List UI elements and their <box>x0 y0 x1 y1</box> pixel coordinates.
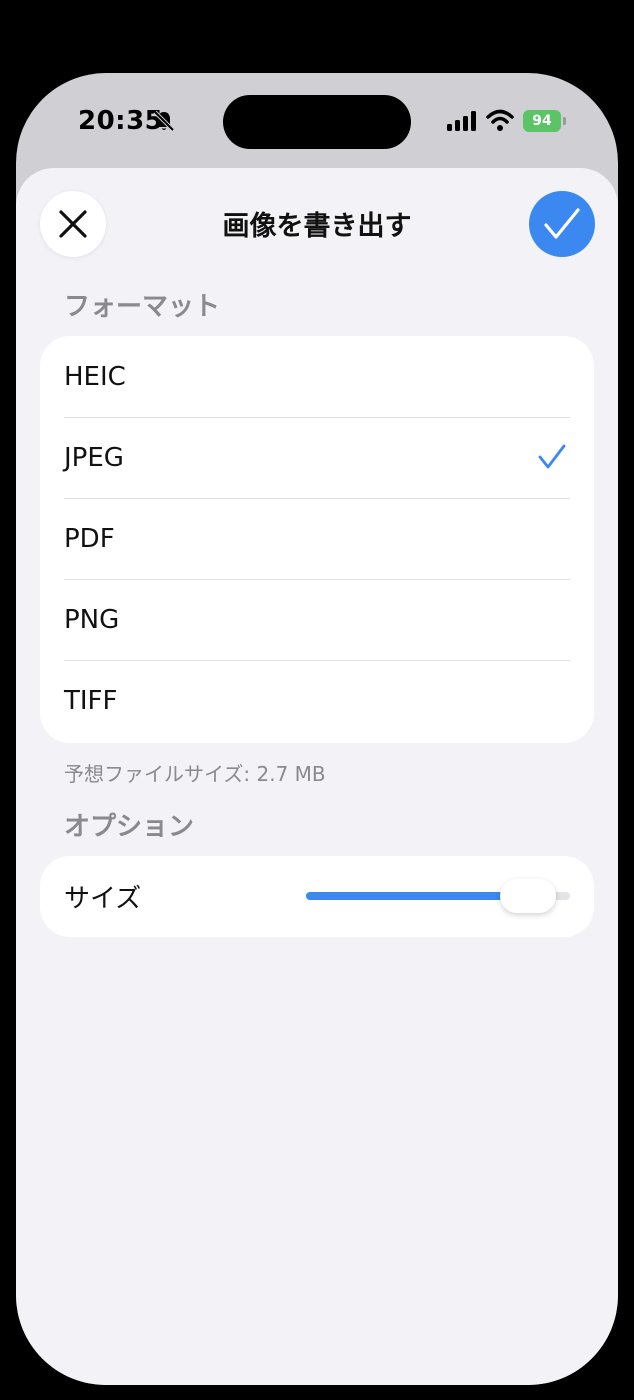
format-option-heic[interactable]: HEIC <box>40 336 594 417</box>
size-slider-fill <box>306 892 528 900</box>
battery-level: 94 <box>523 110 561 132</box>
dynamic-island <box>223 95 411 149</box>
wifi-icon <box>486 109 514 131</box>
format-option-label: HEIC <box>64 361 126 392</box>
done-button[interactable] <box>529 191 595 257</box>
phone-frame: 20:35 94 画像を書き出す フォーマット HEIC JPEG PDF PN… <box>16 73 618 1385</box>
close-icon <box>59 210 87 238</box>
status-bar: 20:35 94 <box>16 73 618 168</box>
export-image-sheet: 画像を書き出す フォーマット HEIC JPEG PDF PNG TIFF 予想… <box>16 168 618 1385</box>
cellular-signal-icon <box>447 111 476 131</box>
status-time: 20:35 <box>78 106 164 136</box>
options-section-header: オプション <box>64 812 195 842</box>
format-section-header: フォーマット <box>64 292 221 322</box>
checkmark-icon <box>544 208 580 239</box>
options-card: サイズ <box>40 856 594 937</box>
format-option-tiff[interactable]: TIFF <box>40 660 594 741</box>
estimated-file-size: 予想ファイルサイズ: 2.7 MB <box>64 762 326 786</box>
battery-indicator: 94 <box>523 110 567 132</box>
size-slider-thumb[interactable] <box>499 879 556 913</box>
size-label: サイズ <box>64 884 142 914</box>
selected-checkmark-icon <box>538 444 566 469</box>
format-option-label: JPEG <box>64 442 124 473</box>
format-option-label: PNG <box>64 604 120 635</box>
format-option-label: PDF <box>64 523 115 554</box>
format-option-pdf[interactable]: PDF <box>40 498 594 579</box>
battery-tip <box>563 117 566 125</box>
sheet-title: 画像を書き出す <box>222 211 412 242</box>
close-button[interactable] <box>40 191 106 257</box>
silent-bell-icon <box>153 110 175 132</box>
format-option-label: TIFF <box>64 685 118 716</box>
format-option-png[interactable]: PNG <box>40 579 594 660</box>
format-option-jpeg[interactable]: JPEG <box>40 417 594 498</box>
size-slider[interactable] <box>306 879 570 913</box>
format-list: HEIC JPEG PDF PNG TIFF <box>40 336 594 743</box>
